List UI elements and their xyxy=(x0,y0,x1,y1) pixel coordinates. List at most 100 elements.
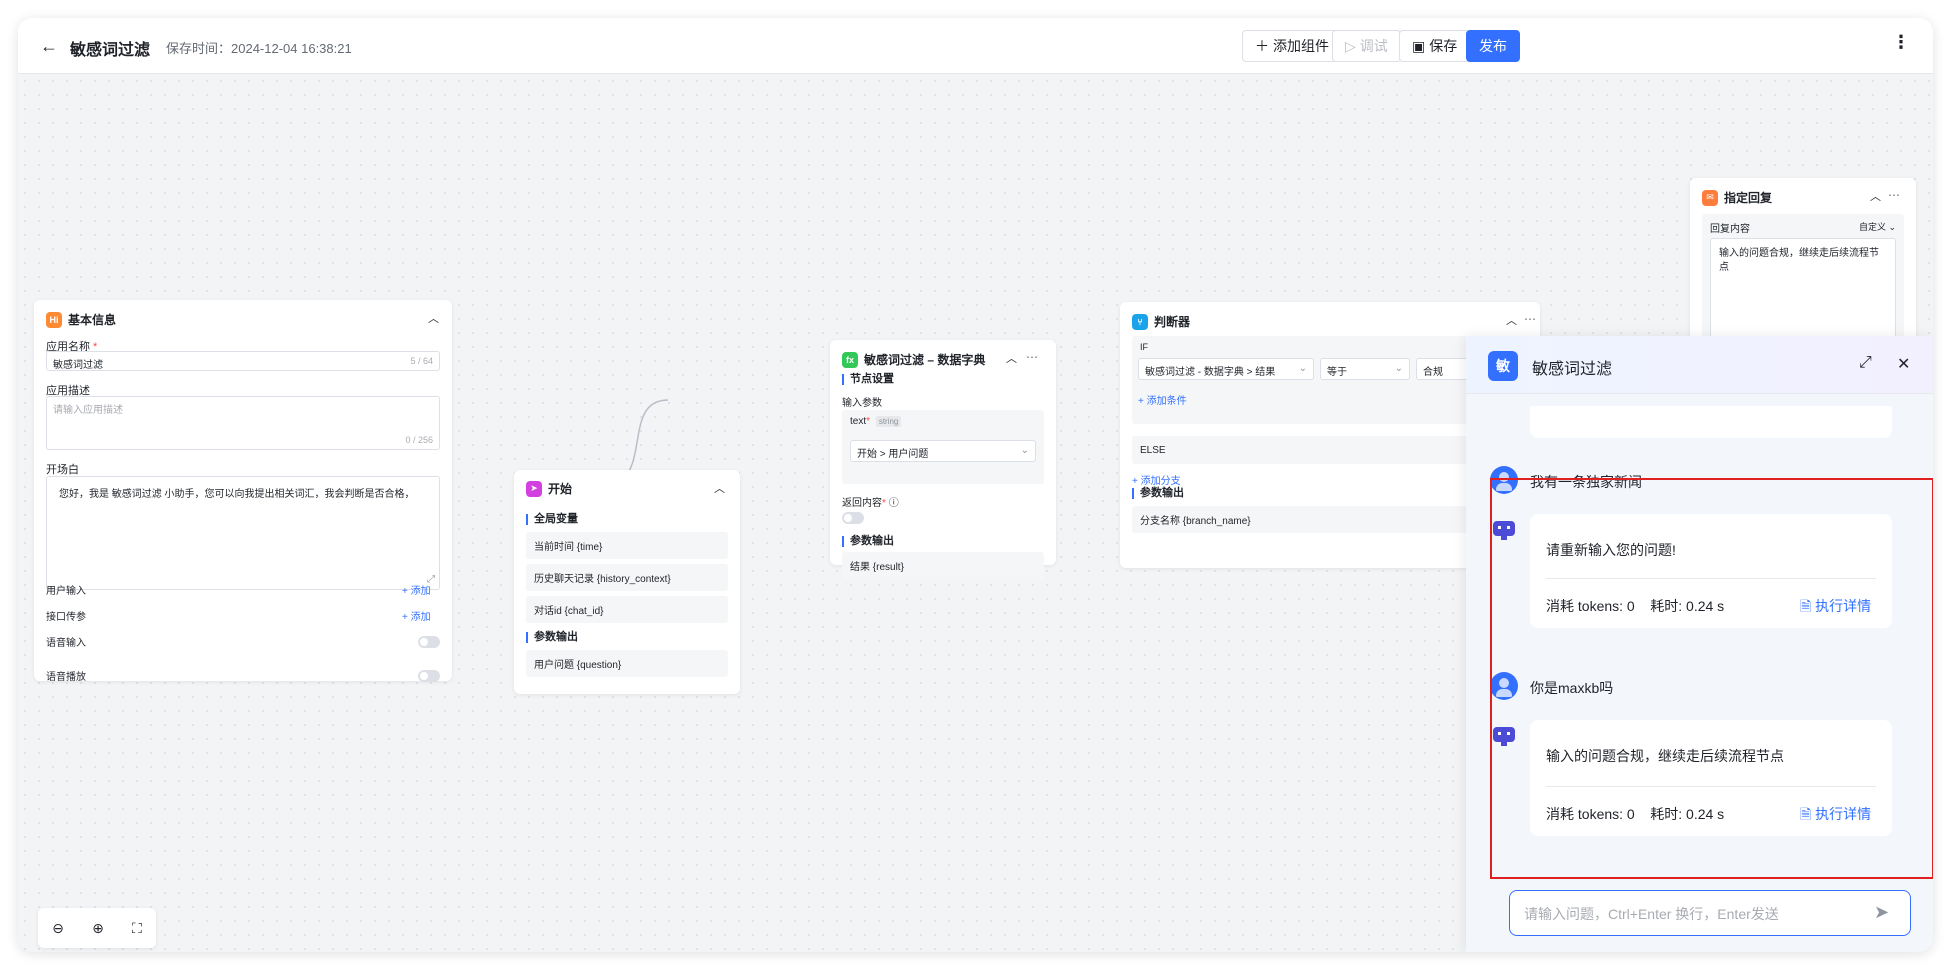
zoom-toolbar: ⊖ ⊕ ⛶ xyxy=(38,908,156,948)
chevron-up-icon[interactable]: ︿ xyxy=(1006,350,1017,366)
dict-output-title: 参数输出 xyxy=(842,536,894,547)
user-message: 你是maxkb吗 xyxy=(1530,680,1614,696)
input-params-label: 输入参数 xyxy=(842,398,882,409)
bot-message: 请重新输入您的问题! xyxy=(1546,542,1676,558)
plus-icon: ＋ xyxy=(1255,38,1269,54)
bot-message-bubble: 输入的问题合规，继续走后续流程节点 消耗 tokens: 0 耗时: 0.24 … xyxy=(1530,720,1892,836)
opening-textarea[interactable]: 您好，我是 敏感词过滤 小助手，您可以向我提出相关词汇，我会判断是否合格， ⤢ xyxy=(46,476,440,590)
return-content-toggle[interactable] xyxy=(842,512,864,524)
app-desc-textarea[interactable]: 请输入应用描述 0 / 256 xyxy=(46,396,440,450)
usage-meta: 消耗 tokens: 0 耗时: 0.24 s xyxy=(1546,806,1725,822)
bot-message-bubble: 请重新输入您的问题! 消耗 tokens: 0 耗时: 0.24 s 🗎 执行详… xyxy=(1530,514,1892,628)
node-settings-title: 节点设置 xyxy=(842,374,894,385)
reply-content-textarea[interactable]: 输入的问题合规，继续走后续流程节点 xyxy=(1710,238,1896,348)
voice-play-toggle[interactable] xyxy=(418,670,440,682)
chat-debug-panel: 敏 敏感词过滤 ⤢ ✕ 我有一条独家新闻 请重新输入您的问题! 消耗 token… xyxy=(1466,336,1933,952)
previous-message-bubble xyxy=(1530,406,1892,438)
page-title: 敏感词过滤 xyxy=(70,42,151,59)
add-condition-link[interactable]: + 添加条件 xyxy=(1138,392,1187,407)
debug-button[interactable]: ▷ 调试 xyxy=(1332,30,1401,62)
user-input-label: 用户输入 xyxy=(46,586,86,597)
opening-label: 开场白 xyxy=(46,464,79,476)
document-icon: 🗎 xyxy=(1800,806,1812,822)
top-header: ← 敏感词过滤 保存时间：2024-12-04 16:38:21 ＋ 添加组件 … xyxy=(18,18,1933,74)
more-horizontal-icon[interactable]: ⋯ xyxy=(1026,350,1039,364)
zoom-in-icon[interactable]: ⊕ xyxy=(92,920,104,937)
app-info-icon: Hi xyxy=(46,311,62,328)
chevron-down-icon: ⌄ xyxy=(1020,445,1029,456)
dict-node-header: fx 敏感词过滤 – 数据字典 xyxy=(842,351,985,368)
add-branch-link[interactable]: + 添加分支 xyxy=(1132,472,1181,487)
play-icon: ▷ xyxy=(1345,37,1356,54)
chat-title: 敏感词过滤 xyxy=(1532,361,1613,378)
more-horizontal-icon[interactable]: ⋯ xyxy=(1888,188,1901,202)
condition-operator-select[interactable]: 等于 ⌄ xyxy=(1320,358,1410,380)
user-avatar xyxy=(1490,466,1518,494)
chevron-up-icon[interactable]: ︿ xyxy=(1870,188,1881,204)
voice-input-label: 语音输入 xyxy=(46,638,86,649)
global-var-history: 历史聊天记录 {history_context} xyxy=(526,564,728,591)
chevron-down-icon: ⌄ xyxy=(1298,363,1307,374)
message-divider xyxy=(1546,786,1876,787)
start-node[interactable]: ➤ 开始 ︿ 全局变量 当前时间 {time} 历史聊天记录 {history_… xyxy=(514,470,740,694)
condition-field-select[interactable]: 敏感词过滤 - 数据字典 > 结果 ⌄ xyxy=(1138,358,1314,380)
chevron-up-icon[interactable]: ︿ xyxy=(1506,312,1517,328)
start-node-header: ➤ 开始 xyxy=(526,480,572,497)
voice-input-toggle[interactable] xyxy=(418,636,440,648)
chat-header: 敏 敏感词过滤 ⤢ ✕ xyxy=(1466,336,1933,394)
voice-play-label: 语音播放 xyxy=(46,672,86,683)
start-output-question: 用户问题 {question} xyxy=(526,650,728,677)
user-avatar xyxy=(1490,672,1518,700)
add-component-button[interactable]: ＋ 添加组件 xyxy=(1242,30,1342,62)
input-param-box: text* string 开始 > 用户问题 ⌄ xyxy=(842,410,1044,484)
usage-meta: 消耗 tokens: 0 耗时: 0.24 s xyxy=(1546,598,1725,614)
add-api-param-link[interactable]: + 添加 xyxy=(402,608,431,623)
global-var-time: 当前时间 {time} xyxy=(526,532,728,559)
app-logo: 敏 xyxy=(1488,351,1518,381)
judge-output-title: 参数输出 xyxy=(1132,488,1184,499)
arrow-left-icon[interactable]: ← xyxy=(40,36,58,57)
save-time: 保存时间：2024-12-04 16:38:21 xyxy=(166,41,352,56)
global-vars-title: 全局变量 xyxy=(526,514,578,525)
publish-button[interactable]: 发布 xyxy=(1466,30,1520,62)
save-button[interactable]: ▣ 保存 xyxy=(1399,30,1471,62)
robot-icon xyxy=(1493,727,1515,746)
start-output-title: 参数输出 xyxy=(526,632,578,643)
return-content-label: 返回内容* ⓘ xyxy=(842,498,899,509)
more-horizontal-icon[interactable]: ⋯ xyxy=(1524,312,1537,326)
reply-node-header: ✉ 指定回复 xyxy=(1702,189,1772,206)
dict-output-result: 结果 {result} xyxy=(842,552,1044,579)
global-var-chat-id: 对话id {chat_id} xyxy=(526,596,728,623)
app-window: ← 敏感词过滤 保存时间：2024-12-04 16:38:21 ＋ 添加组件 … xyxy=(18,18,1933,952)
chevron-up-icon[interactable]: ︿ xyxy=(714,480,725,496)
app-name-input[interactable]: 敏感词过滤 5 / 64 xyxy=(46,351,440,371)
more-vertical-icon[interactable]: ⋮ xyxy=(1892,32,1910,53)
param-source-select[interactable]: 开始 > 用户问题 ⌄ xyxy=(850,440,1036,462)
chat-input[interactable]: 请输入问题，Ctrl+Enter 换行，Enter发送 xyxy=(1509,890,1911,936)
chevron-up-icon[interactable]: ︿ xyxy=(428,310,439,326)
save-icon: ▣ xyxy=(1412,37,1426,54)
message-divider xyxy=(1546,578,1876,579)
reply-mode-select[interactable]: 自定义 ⌄ xyxy=(1859,220,1896,233)
basic-info-node[interactable]: Hi 基本信息 ︿ 应用名称 * 敏感词过滤 5 / 64 应用描述 请输入应用… xyxy=(34,300,452,683)
message-icon: ✉ xyxy=(1702,189,1718,206)
send-icon[interactable]: ➤ xyxy=(1874,902,1889,923)
robot-icon xyxy=(1493,521,1515,540)
api-param-label: 接口传参 xyxy=(46,612,86,623)
exec-detail-link[interactable]: 🗎 执行详情 xyxy=(1800,596,1871,620)
expand-icon[interactable]: ⤢ xyxy=(1859,354,1872,372)
add-user-input-link[interactable]: + 添加 xyxy=(402,582,431,597)
zoom-out-icon[interactable]: ⊖ xyxy=(52,920,64,937)
document-icon: 🗎 xyxy=(1800,598,1812,614)
chevron-down-icon: ⌄ xyxy=(1394,363,1403,374)
judge-node-header: ⑂ 判断器 xyxy=(1132,313,1190,330)
close-icon[interactable]: ✕ xyxy=(1897,354,1910,374)
dict-node[interactable]: fx 敏感词过滤 – 数据字典 ︿ ⋯ 节点设置 输入参数 text* stri… xyxy=(830,340,1056,579)
function-icon: fx xyxy=(842,351,858,368)
fit-view-icon[interactable]: ⛶ xyxy=(132,920,142,937)
user-message: 我有一条独家新闻 xyxy=(1530,474,1642,490)
cursor-icon: ➤ xyxy=(526,480,542,497)
exec-detail-link[interactable]: 🗎 执行详情 xyxy=(1800,804,1871,828)
branch-icon: ⑂ xyxy=(1132,313,1148,330)
bot-message: 输入的问题合规，继续走后续流程节点 xyxy=(1546,748,1784,764)
